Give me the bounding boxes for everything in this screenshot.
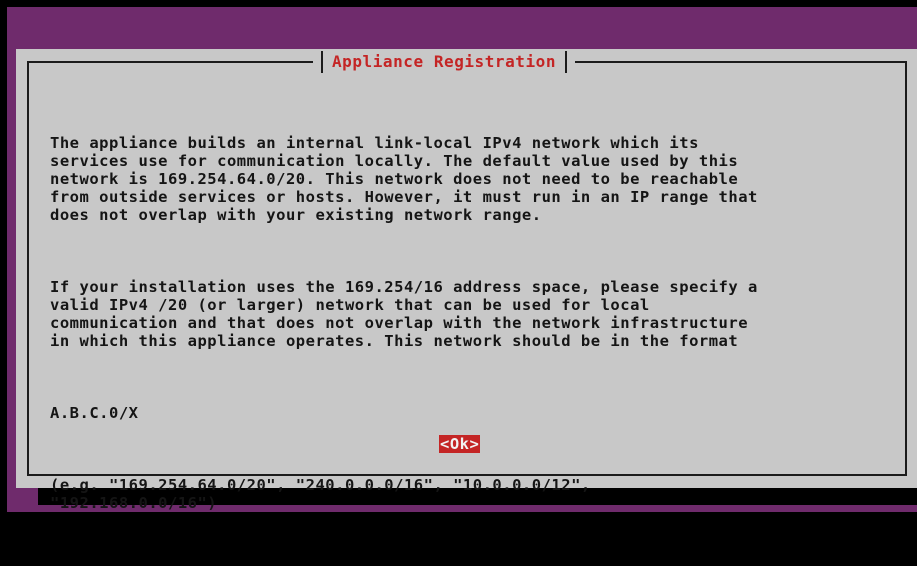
terminal-screen: Appliance Registration The appliance bui… [7,7,917,512]
message-paragraph-intro: The appliance builds an internal link-lo… [50,134,758,224]
message-paragraph-instructions: If your installation uses the 169.254/16… [50,278,758,350]
title-bracket-right [565,51,568,73]
appliance-registration-dialog: Appliance Registration The appliance bui… [16,49,917,512]
message-paragraph-examples: (e.g. "169.254.64.0/20", "240.0.0.0/16",… [50,476,591,512]
dialog-message: The appliance builds an internal link-lo… [50,98,900,566]
dialog-frame: Appliance Registration The appliance bui… [27,51,907,512]
message-paragraph-format: A.B.C.0/X [50,404,139,422]
dialog-title: Appliance Registration [332,52,557,71]
ok-button[interactable]: <Ok> [439,435,481,453]
dialog-title-container: Appliance Registration [313,51,576,73]
title-bracket-left [321,51,323,73]
